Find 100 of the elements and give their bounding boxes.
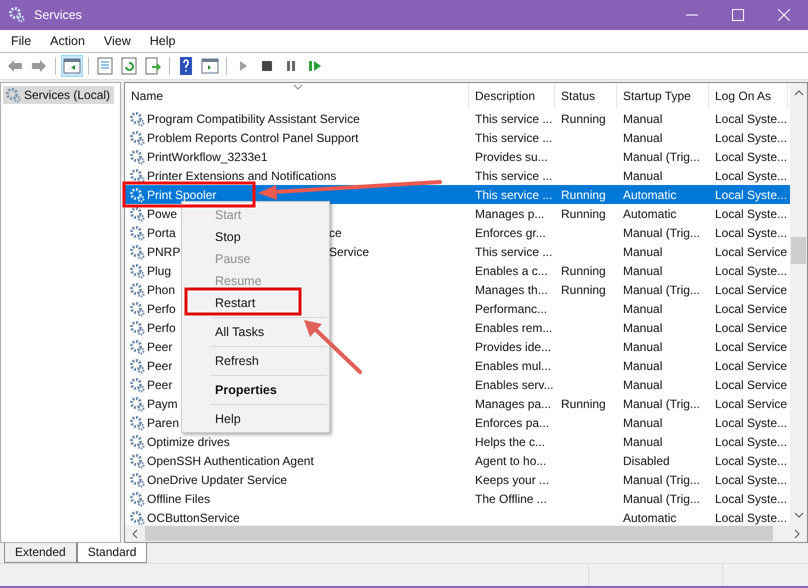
table-cell: Local Service	[715, 340, 788, 354]
table-cell[interactable]: Manual	[617, 244, 709, 258]
menu-item[interactable]: Action	[39, 34, 93, 48]
gear-icon	[129, 244, 145, 260]
service-name: PNRP	[147, 244, 180, 258]
gear-icon	[129, 376, 145, 392]
table-cell: Running	[561, 264, 606, 278]
menu-item[interactable]: Help	[138, 34, 184, 48]
menu-item[interactable]: Stop	[182, 226, 329, 248]
table-cell: The Offline ...	[475, 492, 547, 506]
table-cell: Local Syste...	[715, 434, 788, 448]
table-cell[interactable]: Automatic	[617, 510, 709, 524]
menu-item[interactable]: View	[92, 34, 139, 48]
menu-item[interactable]: Restart	[182, 292, 329, 314]
gear-icon	[129, 206, 145, 222]
table-cell: Local Service	[715, 282, 788, 296]
view-tab[interactable]: Extended	[4, 543, 77, 563]
table-cell: Enforces pa...	[475, 416, 550, 430]
table-cell: Running	[561, 282, 606, 296]
tree-tool-icon[interactable]	[61, 55, 83, 77]
service-name: Perfo	[147, 302, 176, 316]
gear-icon	[129, 300, 145, 316]
scroll-thumb[interactable]	[145, 526, 773, 541]
menu-item[interactable]: Help	[182, 408, 329, 430]
maximize-icon[interactable]	[732, 9, 744, 21]
table-cell[interactable]: Manual	[617, 130, 709, 144]
column-header[interactable]: Status	[555, 83, 617, 109]
table-cell[interactable]: Manual (Trig...	[617, 282, 709, 296]
gear-icon	[129, 130, 145, 146]
menu-item[interactable]: All Tasks	[182, 321, 329, 343]
menu-item[interactable]: Refresh	[182, 350, 329, 372]
service-name: Plug	[147, 264, 172, 278]
table-cell[interactable]: Manual	[617, 302, 709, 316]
menu-item[interactable]: Properties	[182, 379, 329, 401]
gear-icon	[129, 282, 145, 298]
table-cell[interactable]: Manual	[617, 416, 709, 430]
window-title: Services	[34, 8, 82, 22]
gear-icon	[129, 338, 145, 354]
service-name: PrintWorkflow_3233e1	[147, 150, 268, 164]
service-name: Peer	[147, 340, 172, 354]
table-cell: This service ...	[475, 112, 552, 126]
table-cell: Manages pa...	[475, 396, 552, 410]
gear-icon	[129, 224, 145, 240]
scroll-thumb[interactable]	[791, 237, 806, 264]
left-chevron-icon[interactable]	[131, 528, 139, 538]
table-cell: Manages th...	[475, 282, 548, 296]
table-cell: Local Syste...	[715, 206, 788, 220]
service-name: Perfo	[147, 320, 176, 334]
table-cell: Local Syste...	[715, 510, 788, 524]
table-cell: Enforces gr...	[475, 226, 546, 240]
table-cell[interactable]: Automatic	[617, 188, 709, 202]
table-cell[interactable]: Manual (Trig...	[617, 472, 709, 486]
table-cell[interactable]: Manual (Trig...	[617, 396, 709, 410]
tree-item[interactable]: Services (Local)	[3, 86, 114, 104]
table-cell[interactable]: Automatic	[617, 206, 709, 220]
table-cell[interactable]: Manual (Trig...	[617, 150, 709, 164]
table-cell[interactable]: Disabled	[617, 454, 709, 468]
table-cell[interactable]: Manual	[617, 434, 709, 448]
table-cell: Enables rem...	[475, 320, 552, 334]
column-header[interactable]: Startup Type	[617, 83, 709, 109]
service-name: Peer	[147, 378, 172, 392]
table-cell: Provides su...	[475, 150, 548, 164]
table-cell[interactable]: Manual	[617, 112, 709, 126]
service-name: Printer Extensions and Notifications	[147, 168, 336, 182]
table-cell[interactable]: Manual	[617, 168, 709, 182]
table-cell[interactable]: Manual	[617, 320, 709, 334]
down-chevron-icon[interactable]	[794, 511, 804, 519]
table-cell: Local Syste...	[715, 226, 788, 240]
menu-item[interactable]: File	[0, 34, 40, 48]
table-cell[interactable]: Manual	[617, 264, 709, 278]
column-header[interactable]: Name	[125, 83, 469, 109]
table-cell[interactable]: Manual (Trig...	[617, 492, 709, 506]
table-cell: Local Service	[715, 378, 788, 392]
table-cell[interactable]: Manual	[617, 378, 709, 392]
table-cell: Enables a c...	[475, 264, 548, 278]
view-tab[interactable]: Standard	[76, 543, 148, 563]
table-cell: This service ...	[475, 188, 552, 202]
gears-icon	[8, 6, 26, 24]
gear-icon	[129, 168, 145, 184]
service-name: Peer	[147, 358, 172, 372]
table-cell: Running	[561, 206, 606, 220]
table-cell[interactable]: Manual	[617, 340, 709, 354]
gear-icon	[5, 87, 21, 103]
table-cell: This service ...	[475, 244, 552, 258]
table-cell: Enables mul...	[475, 358, 552, 372]
close-icon[interactable]	[778, 9, 790, 21]
right-chevron-icon[interactable]	[793, 528, 801, 538]
up-chevron-icon[interactable]	[794, 89, 804, 97]
table-cell: Local Syste...	[715, 472, 788, 486]
vertical-scrollbar[interactable]	[790, 83, 807, 525]
service-name: Optimize drives	[147, 434, 230, 448]
table-cell: Local Syste...	[715, 492, 788, 506]
gear-icon	[129, 452, 145, 468]
column-header[interactable]: Log On As	[709, 83, 788, 109]
table-cell: Helps the c...	[475, 434, 546, 448]
table-cell: Local Syste...	[715, 150, 788, 164]
horizontal-scrollbar[interactable]	[125, 525, 807, 542]
table-cell[interactable]: Manual (Trig...	[617, 226, 709, 240]
column-header[interactable]: Description	[469, 83, 555, 109]
table-cell[interactable]: Manual	[617, 358, 709, 372]
